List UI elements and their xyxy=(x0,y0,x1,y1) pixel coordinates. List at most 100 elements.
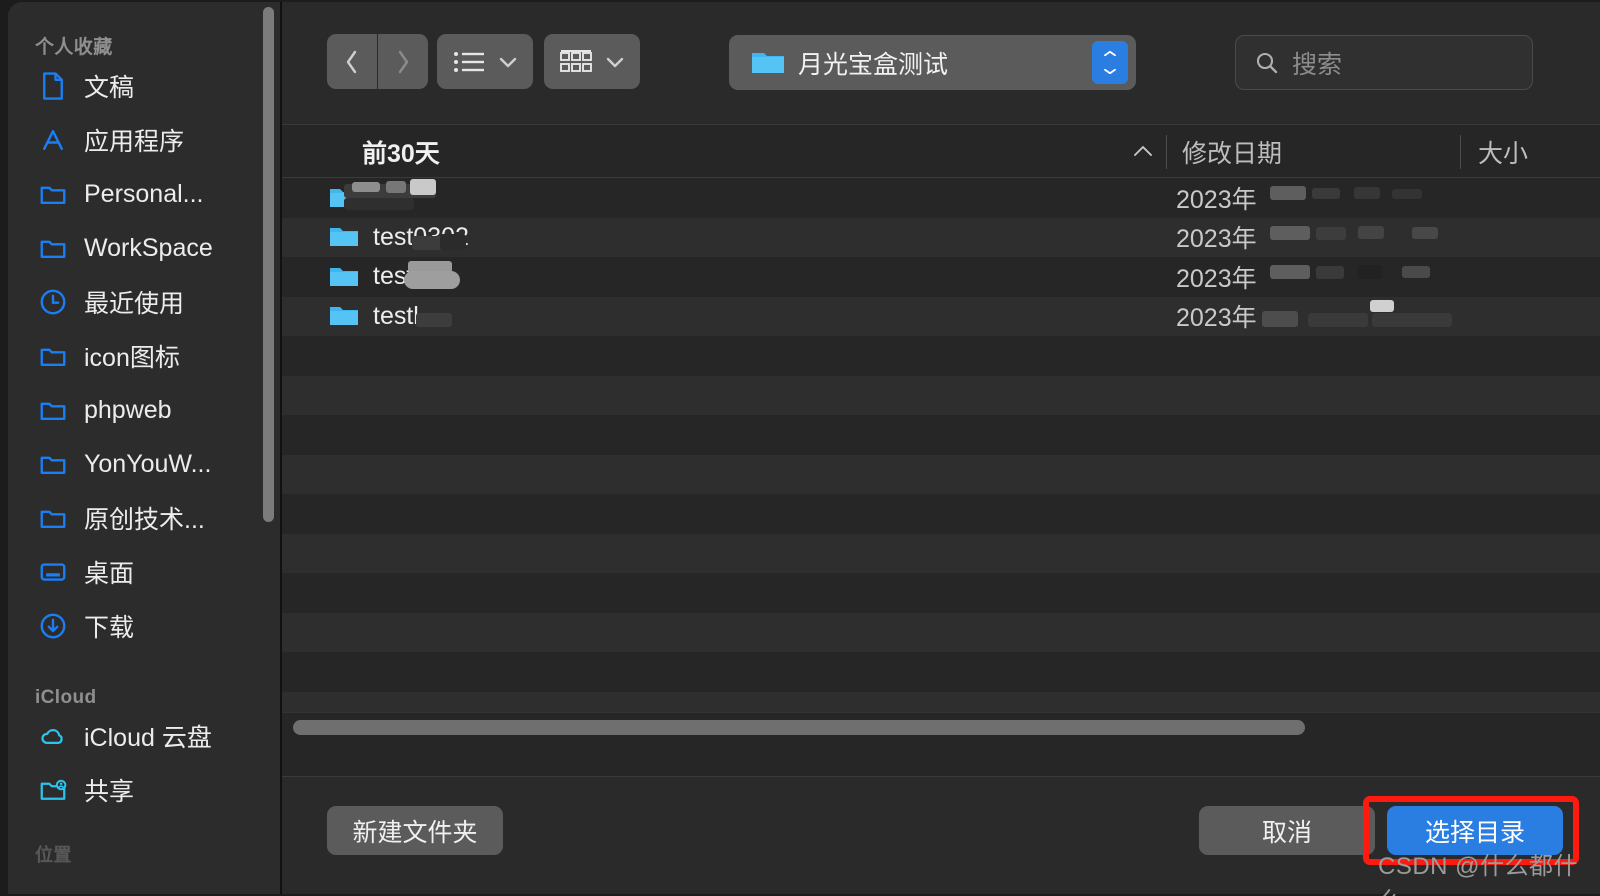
sidebar-item-label: 原创技术... xyxy=(84,506,205,534)
folder-icon xyxy=(330,228,358,247)
table-row-empty xyxy=(282,573,1600,613)
sidebar-item-label: iCloud 云盘 xyxy=(84,724,212,752)
folder-icon xyxy=(752,53,784,73)
sidebar-item-label: 最近使用 xyxy=(84,290,185,318)
folder-icon xyxy=(40,240,66,258)
sidebar-item-label: 共享 xyxy=(84,778,135,806)
watermark: CSDN @什么都什么 xyxy=(1378,853,1579,896)
table-row-empty xyxy=(282,533,1600,573)
sidebar: 个人收藏 文稿 应用程序 Personal... WorkSpace 最近使用 … xyxy=(8,2,281,894)
back-button[interactable] xyxy=(327,34,377,89)
chevron-left-icon xyxy=(346,50,357,73)
sidebar-item-icloud-drive[interactable]: iCloud 云盘 xyxy=(8,709,281,763)
table-row-empty xyxy=(282,454,1600,494)
folder-icon xyxy=(40,186,66,204)
search-icon xyxy=(1256,52,1278,73)
sidebar-item-original-tech[interactable]: 原创技术... xyxy=(8,491,281,545)
sidebar-item-label: Personal... xyxy=(84,179,204,208)
file-name: test xyxy=(373,262,414,291)
file-date: 2023年 xyxy=(1176,264,1257,293)
column-header-row: 前30天 修改日期 大小 xyxy=(282,124,1600,178)
horizontal-scrollbar-thumb[interactable] xyxy=(293,720,1305,735)
view-mode-button[interactable] xyxy=(437,34,533,89)
sidebar-item-phpweb[interactable]: phpweb xyxy=(8,383,281,437)
folder-icon xyxy=(330,307,358,326)
horizontal-scrollbar[interactable] xyxy=(282,712,1600,740)
file-picker-dialog: 个人收藏 文稿 应用程序 Personal... WorkSpace 最近使用 … xyxy=(8,2,1600,894)
table-row-empty xyxy=(282,652,1600,692)
file-name: testl xyxy=(373,301,419,330)
column-header-date[interactable]: 修改日期 xyxy=(1182,125,1282,179)
sidebar-item-label: icon图标 xyxy=(84,344,180,372)
forward-button[interactable] xyxy=(378,34,428,89)
sidebar-item-label: WorkSpace xyxy=(84,233,213,262)
list-view-icon xyxy=(454,51,484,72)
table-row-empty xyxy=(282,494,1600,534)
sidebar-item-applications[interactable]: 应用程序 xyxy=(8,113,281,167)
path-popup-label: 月光宝盒测试 xyxy=(798,50,949,79)
column-divider xyxy=(1166,135,1167,169)
table-row-empty xyxy=(282,415,1600,455)
path-stepper[interactable] xyxy=(1092,41,1128,84)
sidebar-item-yonyou[interactable]: YonYouW... xyxy=(8,437,281,491)
applications-icon xyxy=(43,130,63,150)
sidebar-item-personal[interactable]: Personal... xyxy=(8,167,281,221)
toolbar: 月光宝盒测试 搜索 xyxy=(282,2,1600,124)
sidebar-item-label: phpweb xyxy=(84,395,172,424)
sidebar-item-label: 下载 xyxy=(84,614,135,642)
search-placeholder: 搜索 xyxy=(1292,50,1343,79)
group-view-icon xyxy=(560,49,592,72)
main-pane: 月光宝盒测试 搜索 前30天 修改日期 大小 2023年 test0302 20… xyxy=(282,2,1600,894)
table-row[interactable]: 2023年 xyxy=(282,178,1600,218)
table-row-empty xyxy=(282,612,1600,652)
sidebar-item-label: 文稿 xyxy=(84,74,135,102)
folder-icon xyxy=(40,348,66,366)
folder-icon xyxy=(40,510,66,528)
sidebar-item-label: YonYouW... xyxy=(84,449,212,478)
sidebar-scrollbar[interactable] xyxy=(263,7,274,522)
new-folder-button[interactable]: 新建文件夹 xyxy=(327,806,503,855)
sidebar-section-favorites-title: 个人收藏 xyxy=(35,37,113,58)
table-row[interactable]: test 2023年 xyxy=(282,257,1600,297)
sidebar-item-workspace[interactable]: WorkSpace xyxy=(8,221,281,275)
stepper-updown-icon xyxy=(1104,51,1116,57)
sidebar-item-label: 桌面 xyxy=(84,560,135,588)
clock-icon xyxy=(40,289,66,315)
stepper-down-icon xyxy=(1104,68,1116,74)
folder-icon xyxy=(330,188,358,207)
sidebar-item-shared[interactable]: 共享 xyxy=(8,763,281,817)
chevron-right-icon xyxy=(398,50,409,73)
table-row[interactable]: test0302 2023年 xyxy=(282,217,1600,257)
column-header-name[interactable]: 前30天 xyxy=(362,125,440,179)
column-header-size[interactable]: 大小 xyxy=(1478,125,1528,179)
file-date: 2023年 xyxy=(1176,225,1257,254)
path-popup-button[interactable]: 月光宝盒测试 xyxy=(729,35,1136,90)
file-date: 2023年 xyxy=(1176,304,1257,333)
folder-icon xyxy=(40,456,66,474)
chevron-down-icon xyxy=(499,57,517,67)
table-row[interactable]: testl 2023年 xyxy=(282,296,1600,336)
sidebar-item-label: 应用程序 xyxy=(84,128,185,156)
file-name: test0302 xyxy=(373,222,469,251)
folder-icon xyxy=(330,267,358,286)
sidebar-item-recents[interactable]: 最近使用 xyxy=(8,275,281,329)
cancel-button[interactable]: 取消 xyxy=(1199,806,1375,855)
sidebar-item-downloads[interactable]: 下载 xyxy=(8,599,281,653)
search-field[interactable]: 搜索 xyxy=(1235,35,1533,90)
sidebar-item-documents[interactable]: 文稿 xyxy=(8,59,281,113)
screen: 个人收藏 文稿 应用程序 Personal... WorkSpace 最近使用 … xyxy=(0,0,1600,896)
file-list: 2023年 test0302 2023年 test 2023年 testl 20… xyxy=(282,178,1600,740)
desktop-icon xyxy=(40,563,66,581)
group-by-button[interactable] xyxy=(544,34,640,89)
sidebar-item-desktop[interactable]: 桌面 xyxy=(8,545,281,599)
table-row-empty xyxy=(282,336,1600,376)
shared-folder-icon xyxy=(40,779,67,800)
folder-icon xyxy=(40,402,66,420)
file-date: 2023年 xyxy=(1176,185,1257,214)
file-name-cell: test xyxy=(329,262,413,291)
column-divider xyxy=(1460,135,1461,169)
file-name-cell: testl xyxy=(329,302,419,331)
file-name-cell: test0302 xyxy=(329,223,469,252)
sidebar-item-icon-tubiao[interactable]: icon图标 xyxy=(8,329,281,383)
file-name-cell xyxy=(329,186,373,210)
